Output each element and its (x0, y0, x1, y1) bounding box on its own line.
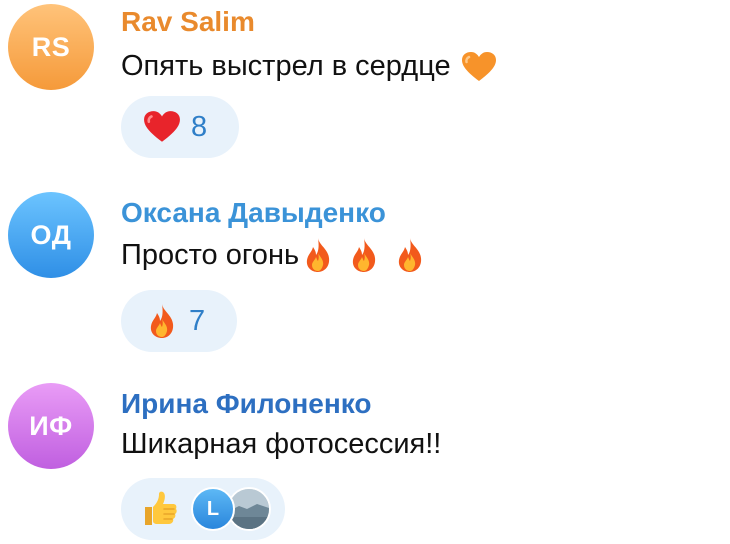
avatar[interactable]: RS (8, 4, 94, 90)
landscape-photo-icon (229, 489, 269, 529)
reaction-pill[interactable]: 8 (121, 96, 239, 158)
fire-icon (352, 238, 376, 272)
avatar[interactable]: ОД (8, 192, 94, 278)
fire-icon (306, 238, 330, 272)
reactor-avatar[interactable]: L (191, 487, 235, 531)
comment-author[interactable]: Оксана Давыденко (121, 197, 386, 229)
reaction-count: 7 (189, 304, 206, 337)
avatar-initials: RS (31, 31, 71, 62)
avatar-initials: ИФ (29, 410, 73, 441)
reaction-count: 8 (191, 110, 208, 143)
comment-text: Шикарная фотосессия!! (121, 428, 442, 460)
fire-icon (398, 238, 422, 272)
reactor-initial: L (206, 497, 220, 520)
comment-author[interactable]: Ирина Филоненко (121, 388, 371, 420)
avatar-initials: ОД (30, 219, 72, 250)
reaction-pill[interactable]: 7 (121, 290, 237, 352)
thumbs-up-icon (145, 491, 177, 525)
comment-text: Опять выстрел в сердце (121, 50, 451, 82)
comment-text-row: Опять выстрел в сердце (121, 50, 497, 83)
reaction-pill[interactable]: L (121, 478, 285, 540)
comment-text: Просто огонь (121, 238, 300, 271)
reactor-avatars: L (191, 487, 271, 531)
comment-text-row: Шикарная фотосессия!! (121, 428, 441, 461)
avatar[interactable]: ИФ (8, 383, 94, 469)
red-heart-icon (144, 111, 180, 142)
fire-icon (150, 304, 174, 338)
orange-heart-icon (461, 51, 496, 81)
comment-text-row: Просто огонь (121, 236, 427, 274)
comment-author[interactable]: Rav Salim (121, 6, 255, 38)
